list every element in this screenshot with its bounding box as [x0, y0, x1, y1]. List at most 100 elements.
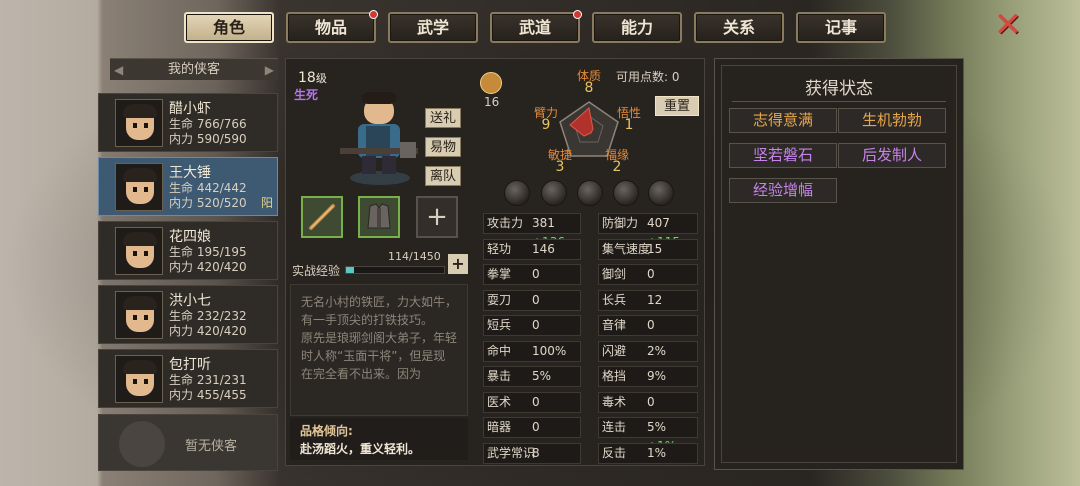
status-badge: 生机勃勃	[838, 108, 946, 133]
gift-button[interactable]: 送礼	[425, 108, 461, 128]
stat-cell: 攻击力381 +136	[483, 213, 581, 249]
tab-martial-arts[interactable]: 武学	[388, 12, 478, 43]
roster-card[interactable]: 花四娘 生命 195/195 内力 420/420	[98, 221, 278, 280]
member-mp: 内力 520/520	[169, 196, 247, 210]
staff-icon	[309, 204, 335, 230]
stat-label: 攻击力	[487, 216, 524, 230]
stat-value-text: 0	[532, 292, 540, 307]
tab-relations[interactable]: 关系	[694, 12, 784, 43]
stat-value: 12	[647, 291, 662, 310]
stat-value-text: 381	[532, 216, 555, 230]
skill-orb-icon[interactable]	[648, 180, 674, 206]
stat-label: 音律	[602, 318, 627, 332]
stat-label: 防御力	[602, 216, 639, 230]
stat-cell: 医术 0	[483, 391, 581, 413]
status-badge: 后发制人	[838, 143, 946, 168]
stat-value-text: 12	[647, 292, 663, 307]
character-description: 无名小村的铁匠，力大如牛，有一手顶尖的打铁技巧。 原先是琅琊剑阁大弟子，年轻时人…	[290, 284, 468, 416]
attr-fortune-value: 2	[612, 159, 622, 175]
roster-card[interactable]: 包打听 生命 231/231 内力 455/455	[98, 349, 278, 408]
stat-value: 2%	[647, 342, 666, 361]
stat-value-text: 100%	[532, 343, 567, 358]
tab-abilities[interactable]: 能力	[592, 12, 682, 43]
attr-comprehension-value: 1	[624, 117, 634, 133]
tab-items[interactable]: 物品	[286, 10, 378, 43]
roster-header: ◀ 我的侠客 ▶	[110, 58, 278, 80]
stat-label: 连击	[602, 420, 627, 434]
stat-label: 御剑	[602, 267, 627, 281]
tab-journal[interactable]: 记事	[796, 12, 886, 43]
tab-character[interactable]: 角色	[184, 12, 274, 43]
stat-label: 拳掌	[487, 267, 512, 281]
status-title: 获得状态	[805, 79, 873, 99]
avatar	[115, 355, 163, 403]
stat-cell: 音律 0	[598, 315, 698, 336]
close-icon[interactable]: ✕	[990, 8, 1026, 42]
description-paragraph: 无名小村的铁匠，力大如牛，有一手顶尖的打铁技巧。	[301, 295, 458, 327]
skill-orb-icon[interactable]	[613, 180, 639, 206]
armor-icon	[367, 203, 391, 229]
attr-strength-value: 9	[541, 117, 551, 133]
add-equipment-slot[interactable]: +	[416, 196, 458, 238]
roster-card[interactable]: 醋小虾 生命 766/766 内力 590/590	[98, 93, 278, 152]
reset-button[interactable]: 重置	[655, 96, 699, 116]
tab-bar: 角色 物品 武学 武道 能力 关系 记事 ✕	[0, 0, 1080, 46]
stat-label: 格挡	[602, 369, 627, 383]
stat-label: 反击	[602, 445, 627, 460]
avatar	[115, 163, 163, 211]
stat-label: 医术	[487, 394, 512, 409]
skill-orb-icon[interactable]	[577, 180, 603, 206]
stat-value-text: 1%	[647, 445, 667, 460]
stat-value: 8	[532, 444, 540, 463]
stat-label: 集气速度	[602, 241, 651, 256]
stat-value-text: 0	[647, 267, 655, 281]
xp-bar	[345, 266, 445, 274]
status-badge: 坚若磐石	[729, 143, 837, 168]
weapon-slot[interactable]	[301, 196, 343, 238]
tab-martial-way[interactable]: 武道	[490, 10, 582, 43]
roster-card-selected[interactable]: 王大锤 生命 442/442 内力 520/520 阳	[98, 157, 278, 216]
attr-agility-value: 3	[555, 159, 565, 175]
skill-orb-icon[interactable]	[541, 180, 567, 206]
leave-party-button[interactable]: 离队	[425, 166, 461, 186]
xp-plus-button[interactable]: +	[448, 254, 468, 274]
member-mp: 内力 455/455	[169, 388, 247, 402]
xp-label: 实战经验	[292, 264, 341, 278]
stat-value: 0	[532, 291, 540, 310]
trade-button[interactable]: 易物	[425, 137, 461, 157]
sword-emblem-icon	[480, 72, 502, 94]
stat-value: 146	[532, 240, 555, 259]
stat-value: 0	[532, 265, 540, 284]
chevron-right-icon: ▶	[264, 63, 274, 77]
stat-cell: 轻功 146	[483, 238, 581, 260]
skill-orb-icon[interactable]	[504, 180, 530, 206]
armor-slot[interactable]	[358, 196, 400, 238]
stat-cell: 闪避 2%	[598, 340, 698, 362]
stat-value-text: 0	[532, 394, 540, 409]
stat-cell: 御剑 0	[598, 264, 698, 285]
sword-count: 16	[484, 95, 500, 109]
stat-value-text: 0	[647, 394, 655, 409]
stat-label: 暗器	[487, 420, 512, 434]
stat-value-text: 2%	[647, 343, 667, 358]
roster-header-label: 我的侠客	[167, 62, 220, 77]
stat-cell: 集气速度 15	[598, 238, 698, 260]
stat-value: 9%	[647, 367, 666, 386]
member-mp: 内力 420/420	[169, 324, 247, 338]
stat-cell: 格挡 9%	[598, 366, 698, 387]
stat-cell: 短兵 0	[483, 315, 581, 336]
trait-title: 品格倾向:	[300, 424, 353, 438]
description-paragraph: 原先是琅琊剑阁大弟子，年轻时人称“玉面干将”，但是现在完全看不出来。因为	[301, 331, 458, 381]
stat-label: 毒术	[602, 394, 627, 409]
roster-card[interactable]: 洪小七 生命 232/232 内力 420/420	[98, 285, 278, 344]
divider	[732, 101, 946, 102]
xp-bar-fill	[346, 267, 354, 273]
empty-roster-slot: 暂无侠客	[98, 414, 278, 471]
stat-value-text: 146	[532, 241, 555, 256]
stat-value-text: 15	[647, 241, 663, 256]
avatar	[115, 99, 163, 147]
stat-cell: 长兵 12	[598, 289, 698, 311]
stat-value-text: 8	[532, 445, 540, 460]
member-mp: 内力 420/420	[169, 260, 247, 274]
stat-value: 0	[647, 393, 655, 412]
